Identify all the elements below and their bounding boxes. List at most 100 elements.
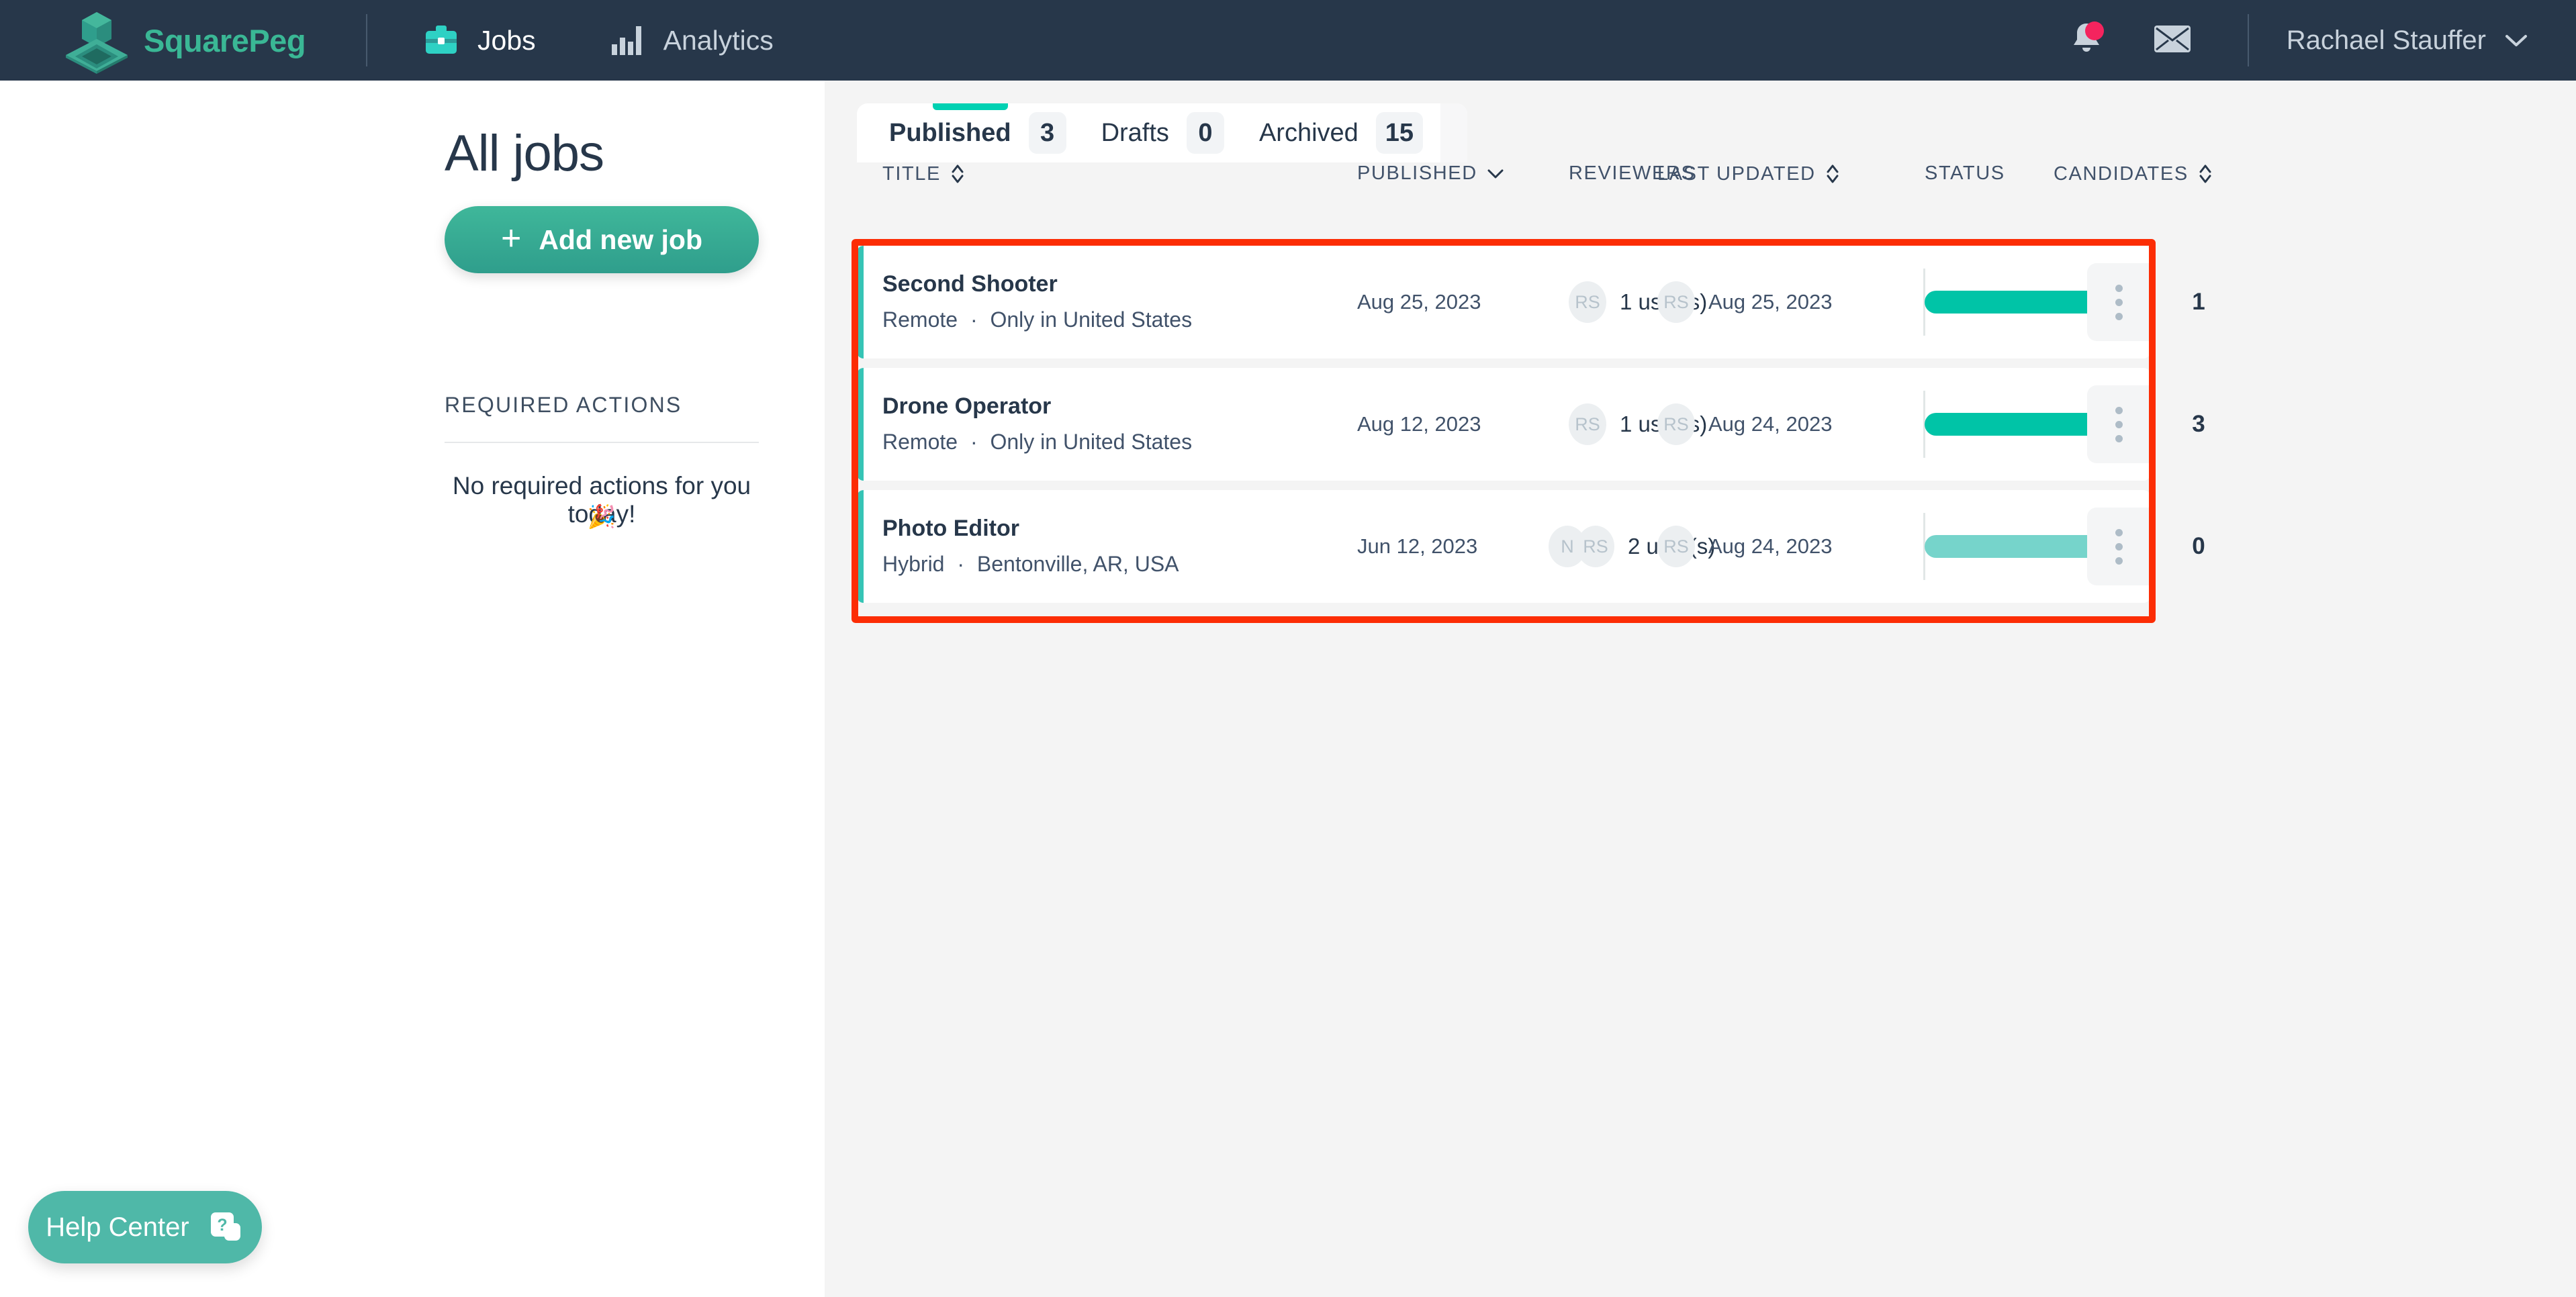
nav-item-analytics-label: Analytics [663, 24, 774, 56]
avatar: RS [1577, 526, 1614, 567]
tab-published-label: Published [889, 118, 1011, 147]
tab-archived-label: Archived [1258, 118, 1359, 147]
tab-drafts-count: 0 [1186, 112, 1224, 154]
cell-last-updated: RS Aug 24, 2023 [1657, 368, 1832, 481]
job-work-type: Remote [882, 430, 958, 454]
column-header-last-updated-label: LAST UPDATED [1657, 162, 1816, 185]
job-work-type: Remote [882, 307, 958, 332]
nav-item-analytics[interactable]: Analytics [610, 24, 774, 56]
nav-items: Jobs Analytics [424, 24, 847, 56]
briefcase-icon [424, 24, 459, 56]
page-title: All jobs [445, 125, 604, 182]
chevron-down-icon [1487, 168, 1504, 180]
nav-divider [366, 14, 368, 66]
row-accent-bar [857, 368, 864, 481]
kebab-menu-icon [2115, 284, 2123, 320]
column-header-published-label: PUBLISHED [1357, 162, 1477, 184]
sort-both-icon [1825, 162, 1840, 185]
reviewer-avatars: N RS [1549, 526, 1614, 567]
table-row[interactable]: Second Shooter Remote · Only in United S… [857, 246, 2205, 358]
squarepeg-logo-icon [60, 7, 133, 74]
cell-last-updated: RS Aug 25, 2023 [1657, 246, 1832, 358]
notifications-button[interactable] [2060, 13, 2113, 67]
avatar: RS [1657, 526, 1695, 567]
table-row[interactable]: Drone Operator Remote · Only in United S… [857, 368, 2205, 481]
nav-item-jobs[interactable]: Jobs [424, 24, 536, 56]
nav-item-jobs-label: Jobs [477, 24, 536, 56]
question-card-icon: ? [207, 1208, 244, 1246]
job-location: Bentonville, AR, USA [976, 552, 1179, 576]
column-header-status-label: STATUS [1925, 162, 2005, 184]
job-subtitle: Remote · Only in United States [882, 307, 1192, 332]
column-header-published[interactable]: PUBLISHED [1357, 162, 1504, 185]
job-status-tabs: Published 3 Drafts 0 Archived 15 [857, 103, 1468, 162]
add-new-job-button[interactable]: + Add new job [445, 206, 759, 273]
top-navigation-bar: SquarePeg Jobs Analytics Rachael Stauffe… [0, 0, 2576, 81]
last-updated-date: Aug 24, 2023 [1708, 412, 1833, 436]
column-header-status: STATUS [1925, 162, 2005, 185]
party-popper-icon: 🎉 [587, 504, 616, 530]
chevron-down-icon [2505, 33, 2528, 48]
row-actions-menu-button[interactable] [2087, 508, 2150, 585]
avatar: RS [1569, 281, 1606, 323]
tab-drafts[interactable]: Drafts 0 [1084, 103, 1242, 162]
last-updated-date: Aug 24, 2023 [1708, 534, 1833, 558]
sort-both-icon [2198, 162, 2213, 185]
tab-published[interactable]: Published 3 [857, 103, 1084, 162]
row-actions-menu-button[interactable] [2087, 385, 2150, 463]
job-location: Only in United States [990, 430, 1193, 454]
last-updated-date: Aug 25, 2023 [1708, 290, 1833, 314]
cell-published: Aug 25, 2023 [1357, 290, 1481, 314]
help-center-button[interactable]: Help Center ? [28, 1191, 262, 1263]
separator-dot: · [970, 307, 978, 332]
bar-chart-icon [610, 24, 645, 56]
help-center-label: Help Center [46, 1212, 189, 1242]
job-title: Second Shooter [882, 271, 1058, 297]
tabs-trailing-edge [1440, 103, 1468, 162]
tab-active-indicator [932, 103, 1008, 110]
cell-candidates: 3 [2192, 411, 2205, 437]
column-header-title[interactable]: TITLE [882, 162, 965, 185]
tab-published-count: 3 [1028, 112, 1066, 154]
cell-last-updated: RS Aug 24, 2023 [1657, 490, 1832, 603]
column-header-candidates[interactable]: CANDIDATES [2054, 162, 2213, 185]
add-new-job-label: Add new job [539, 224, 703, 255]
required-actions-heading: REQUIRED ACTIONS [445, 393, 682, 417]
main-content: Published 3 Drafts 0 Archived 15 TITLE P… [825, 81, 2576, 1297]
kebab-menu-icon [2115, 406, 2123, 442]
tab-archived[interactable]: Archived 15 [1242, 103, 1440, 162]
avatar: RS [1657, 281, 1695, 323]
cell-candidates: 1 [2192, 289, 2205, 315]
cell-published: Jun 12, 2023 [1357, 534, 1478, 558]
brand[interactable]: SquarePeg [60, 7, 306, 74]
tab-archived-count: 15 [1375, 112, 1424, 154]
row-accent-bar [857, 490, 864, 603]
table-row[interactable]: Photo Editor Hybrid · Bentonville, AR, U… [857, 490, 2205, 603]
job-title: Drone Operator [882, 393, 1052, 419]
row-accent-bar [857, 246, 864, 358]
separator-dot: · [957, 552, 965, 576]
user-menu[interactable]: Rachael Stauffer [2287, 26, 2528, 56]
jobs-table: Second Shooter Remote · Only in United S… [857, 246, 2205, 612]
job-subtitle: Hybrid · Bentonville, AR, USA [882, 552, 1179, 577]
job-subtitle: Remote · Only in United States [882, 430, 1192, 454]
column-header-candidates-label: CANDIDATES [2054, 162, 2189, 185]
cell-candidates: 0 [2192, 533, 2205, 559]
avatar: RS [1569, 403, 1606, 445]
brand-name: SquarePeg [144, 22, 306, 58]
reviewer-avatars: RS [1569, 281, 1606, 323]
topnav-right-divider [2247, 14, 2249, 66]
left-panel: All jobs + Add new job REQUIRED ACTIONS … [0, 81, 825, 1297]
envelope-icon [2153, 23, 2192, 58]
tab-drafts-label: Drafts [1101, 118, 1169, 147]
sort-both-icon [950, 162, 965, 185]
row-actions-menu-button[interactable] [2087, 263, 2150, 341]
reviewer-avatars: RS [1569, 403, 1606, 445]
cell-published: Aug 12, 2023 [1357, 412, 1481, 436]
user-name: Rachael Stauffer [2286, 25, 2486, 55]
job-title: Photo Editor [882, 516, 1019, 541]
messages-button[interactable] [2146, 13, 2199, 67]
job-location: Only in United States [990, 307, 1193, 332]
column-header-last-updated[interactable]: LAST UPDATED [1657, 162, 1840, 185]
column-header-title-label: TITLE [882, 162, 941, 185]
